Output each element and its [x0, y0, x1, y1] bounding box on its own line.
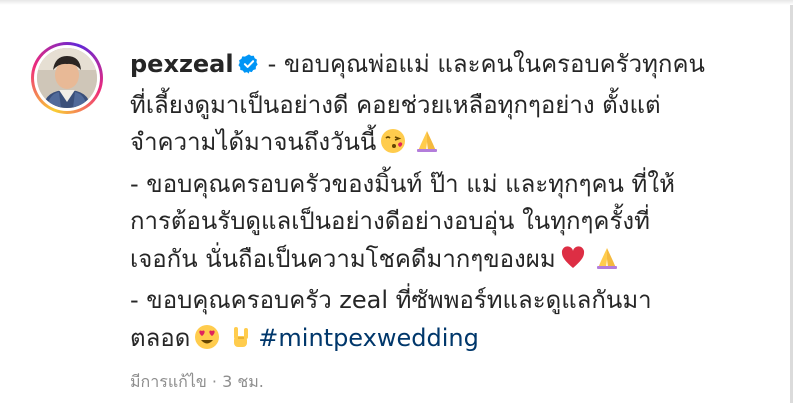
caption-line-2: ที่เลี้ยงดูมาเป็นอย่างดี คอยช่วยเหลือทุก… — [130, 87, 770, 125]
caption-line-8: ตลอด #mintpexwedding — [130, 320, 770, 362]
avatar[interactable] — [37, 48, 97, 108]
edited-label: มีการแก้ไข — [130, 372, 207, 391]
caption-line-3: จำความได้มาจนถึงวันนี้ — [130, 124, 770, 166]
rock-hand-emoji-icon — [228, 324, 254, 362]
caption-text-2: ที่เลี้ยงดูมาเป็นอย่างดี คอยช่วยเหลือทุก… — [130, 90, 661, 119]
caption-line-5: การต้อนรับดูแลเป็นอย่างดีอย่างอบอุ่น ในท… — [130, 203, 770, 241]
caption-text-5: การต้อนรับดูแลเป็นอย่างดีอย่างอบอุ่น ในท… — [130, 207, 650, 235]
caption-text-8: ตลอด — [130, 323, 191, 352]
kiss-emoji-icon — [380, 128, 406, 166]
caption-text-3: จำความได้มาจนถึงวันนี้ — [130, 128, 377, 156]
caption-line-6: เจอกัน นั่นถือเป็นความโชคดีมากๆของผม — [130, 241, 770, 283]
caption-line-7: - ขอบคุณครอบครัว zeal ที่ซัพพอร์ทและดูแล… — [130, 282, 770, 320]
hashtag-link[interactable]: #mintpexwedding — [258, 324, 479, 352]
pray-emoji-icon-2 — [594, 245, 620, 283]
caption-text-4: - ขอบคุณครอบครัวของมิ้นท์ ป๊า แม่ และทุก… — [130, 169, 675, 198]
caption-text-6: เจอกัน นั่นถือเป็นความโชคดีมากๆของผม — [130, 244, 556, 273]
verified-badge-icon — [238, 49, 260, 87]
post-caption: pexzeal - ขอบคุณพ่อแม่ และคนในครอบครัวทุก… — [130, 46, 770, 361]
avatar-story-ring[interactable] — [31, 42, 103, 114]
top-divider — [0, 0, 793, 5]
username-link[interactable]: pexzeal — [130, 50, 234, 78]
pray-emoji-icon — [414, 128, 440, 166]
heart-emoji-icon — [560, 245, 586, 283]
caption-text-7: - ขอบคุณครอบครัว zeal ที่ซัพพอร์ทและดูแล… — [130, 286, 652, 314]
caption-text-1: - ขอบคุณพ่อแม่ และคนในครอบครัวทุกคน — [267, 50, 705, 78]
meta-separator: · — [211, 372, 217, 391]
heart-eyes-emoji-icon — [194, 324, 220, 362]
caption-line-1: pexzeal - ขอบคุณพ่อแม่ และคนในครอบครัวทุก… — [130, 46, 770, 87]
caption-line-4: - ขอบคุณครอบครัวของมิ้นท์ ป๊า แม่ และทุก… — [130, 166, 770, 204]
comment-meta: มีการแก้ไข · 3 ชม. — [130, 370, 264, 395]
timestamp[interactable]: 3 ชม. — [222, 372, 264, 391]
